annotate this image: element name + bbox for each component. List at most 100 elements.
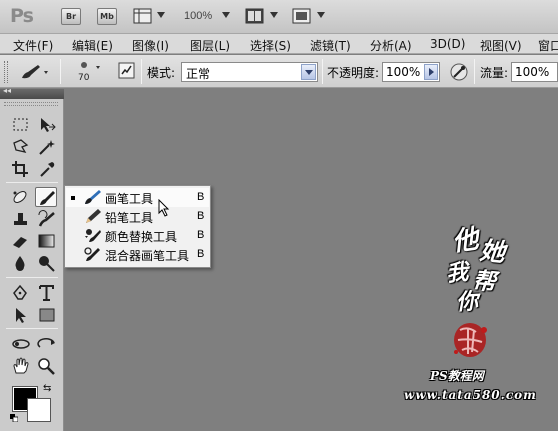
move-tool[interactable] [36, 115, 58, 135]
zoom-tool[interactable] [36, 356, 58, 376]
pen-icon [13, 284, 27, 300]
crop-tool[interactable] [10, 159, 32, 179]
spot-healing-tool[interactable] [10, 187, 32, 207]
menu-file[interactable]: 文件(F) [13, 37, 53, 54]
rectangular-marquee-icon [13, 118, 28, 131]
blur-tool[interactable] [10, 253, 32, 273]
default-colors-icon[interactable] [10, 414, 18, 422]
type-tool[interactable] [36, 283, 58, 303]
panel-grip[interactable] [4, 102, 58, 106]
watermark-site-title: PS教程网 [430, 369, 484, 383]
mode-select[interactable]: 正常 [181, 62, 318, 82]
lasso-tool[interactable] [10, 137, 32, 157]
flow-label: 流量: [480, 66, 509, 80]
chevron-down-icon[interactable] [270, 12, 278, 18]
path-selection-tool[interactable] [10, 305, 32, 325]
brush-preset-icon[interactable] [78, 60, 102, 74]
tool-preset-icon[interactable] [14, 61, 52, 83]
marquee-tool[interactable] [10, 115, 32, 135]
zoom-level[interactable]: 100% [184, 10, 212, 22]
red-seal-icon [454, 323, 487, 357]
brush-tool[interactable] [35, 187, 57, 207]
menu-edit[interactable]: 编辑(E) [72, 37, 113, 54]
menu-view[interactable]: 视图(V) [480, 37, 522, 54]
clone-stamp-tool[interactable] [10, 209, 32, 229]
dodge-tool[interactable] [36, 253, 58, 273]
gradient-icon [38, 234, 55, 248]
path-selection-icon [16, 308, 26, 323]
shape-tool[interactable] [36, 305, 58, 325]
arrange-documents-icon[interactable] [245, 7, 265, 25]
3d-camera-orbit-icon [37, 338, 55, 348]
separator [60, 59, 61, 84]
screen-mode-icon[interactable] [292, 7, 312, 25]
flyout-label: 混合器画笔工具 [105, 249, 190, 263]
brush-icon [40, 191, 55, 205]
selected-bullet-icon [71, 196, 75, 200]
pen-tool[interactable] [10, 283, 32, 303]
opacity-field[interactable]: 100% [382, 62, 440, 82]
zoom-icon [38, 358, 55, 375]
history-brush-icon [38, 210, 55, 227]
menu-filter[interactable]: 滤镜(T) [310, 37, 351, 54]
chevron-down-icon[interactable] [317, 12, 325, 18]
menu-analysis[interactable]: 分析(A) [370, 37, 412, 54]
menu-window[interactable]: 窗口 [538, 37, 558, 54]
3d-orbit-tool[interactable] [36, 334, 58, 354]
flyout-item-pencil[interactable]: 铅笔工具 B [66, 207, 209, 226]
application-bar: Ps Br Mb 100% [0, 0, 558, 34]
tools-panel: ⇆ [0, 86, 64, 431]
mode-label: 模式: [147, 66, 176, 80]
brush-panel-icon[interactable] [118, 62, 136, 80]
flyout-item-color-replacement[interactable]: 颜色替换工具 B [66, 226, 209, 245]
separator [141, 59, 142, 84]
menu-layer[interactable]: 图层(L) [190, 37, 230, 54]
watermark-char: 你 [455, 288, 480, 316]
shortcut-key: B [197, 248, 205, 260]
flyout-label: 铅笔工具 [105, 211, 154, 225]
menu-3d[interactable]: 3D(D) [430, 37, 465, 51]
eyedropper-icon [40, 162, 55, 177]
menu-select[interactable]: 选择(S) [250, 37, 291, 54]
quick-selection-tool[interactable] [36, 137, 58, 157]
opacity-value: 100% [386, 65, 421, 79]
shortcut-key: B [197, 191, 205, 203]
pencil-icon [86, 209, 101, 223]
separator [6, 182, 58, 183]
hand-tool[interactable] [10, 356, 32, 376]
gradient-tool[interactable] [36, 231, 58, 251]
opacity-label: 不透明度: [327, 66, 380, 80]
options-grip[interactable] [4, 61, 8, 83]
chevron-right-icon[interactable] [424, 64, 438, 80]
history-brush-tool[interactable] [36, 209, 58, 229]
chevron-down-icon[interactable] [157, 12, 165, 18]
background-color-swatch[interactable] [27, 398, 51, 422]
separator [6, 328, 58, 329]
watermark-char: 他 [450, 224, 481, 258]
mini-bridge-button[interactable]: Mb [97, 8, 117, 25]
brush-size-value: 70 [78, 73, 90, 83]
spot-healing-icon [13, 191, 27, 203]
eraser-tool[interactable] [10, 231, 32, 251]
blur-drop-icon [15, 256, 25, 271]
flow-field[interactable]: 100% [511, 62, 558, 82]
watermark-char: 我 [444, 258, 470, 288]
bridge-button[interactable]: Br [61, 8, 81, 25]
panel-collapse-bar[interactable] [0, 86, 64, 99]
photoshop-logo: Ps [10, 5, 34, 27]
view-extras-icon[interactable] [133, 7, 153, 25]
eyedropper-tool[interactable] [36, 159, 58, 179]
chevron-down-icon[interactable] [301, 64, 316, 80]
clone-stamp-icon [14, 213, 27, 225]
pressure-opacity-icon[interactable] [449, 62, 469, 82]
flyout-item-mixer-brush[interactable]: 混合器画笔工具 B [66, 245, 209, 264]
separator [6, 277, 58, 278]
flyout-item-brush[interactable]: 画笔工具 B [66, 188, 209, 207]
swap-colors-icon[interactable]: ⇆ [43, 383, 51, 394]
separator [474, 59, 475, 84]
shortcut-key: B [197, 210, 205, 222]
3d-rotate-tool[interactable] [10, 334, 32, 354]
chevron-down-icon[interactable] [222, 12, 230, 18]
move-icon [41, 118, 56, 132]
menu-image[interactable]: 图像(I) [132, 37, 169, 54]
